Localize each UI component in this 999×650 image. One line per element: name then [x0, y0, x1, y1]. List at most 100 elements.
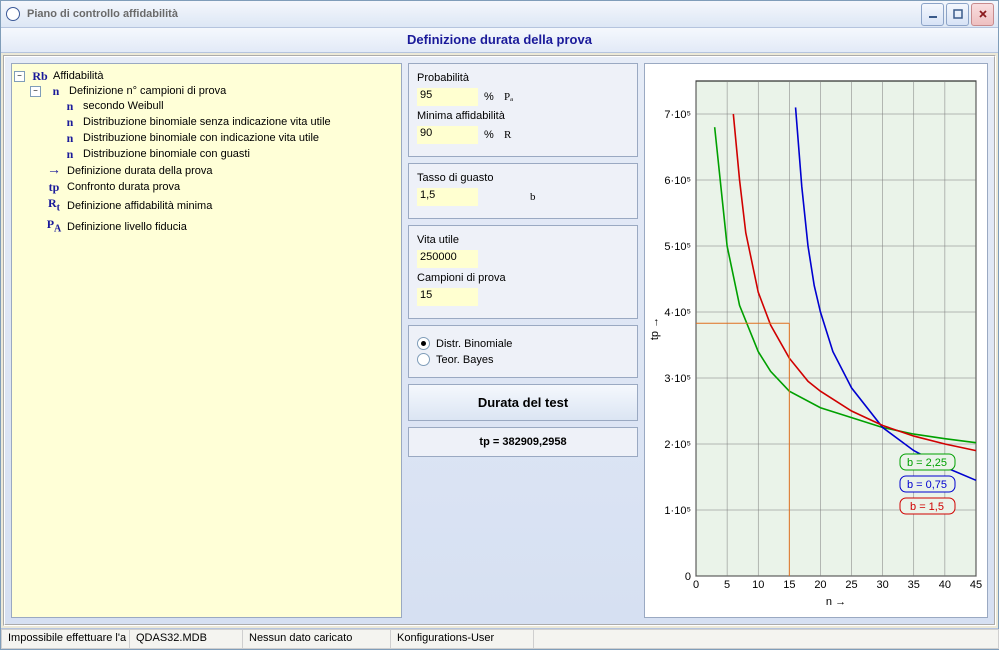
svg-text:15: 15 [783, 579, 795, 591]
svg-text:45: 45 [970, 579, 982, 591]
failure-group: Tasso di guasto 1,5 b [408, 163, 638, 219]
rb-icon: Rb [31, 69, 49, 83]
n-icon: n [61, 147, 79, 161]
life-input[interactable]: 250000 [417, 250, 478, 268]
n-icon: n [61, 115, 79, 129]
close-button[interactable] [971, 3, 994, 26]
tree-item[interactable]: n secondo Weibull [46, 99, 399, 113]
radio-icon [417, 337, 430, 350]
tree-item[interactable]: tp Confronto durata prova [30, 180, 399, 194]
tree-label: Definizione durata della prova [67, 164, 213, 178]
tree-item[interactable]: n Distribuzione binomiale con indicazione… [46, 131, 399, 145]
samples-label: Campioni di prova [417, 272, 629, 284]
svg-text:tp →: tp → [649, 316, 661, 339]
content-area: − Rb Affidabilità − n Definizione n° cam… [3, 55, 996, 626]
radio-label: Teor. Bayes [436, 354, 493, 366]
n-icon: n [47, 84, 65, 98]
form-panel: Probabilità 95 % Pₐ Minima affidabilità … [408, 63, 638, 618]
svg-text:b = 1,5: b = 1,5 [910, 501, 944, 513]
tree-label: Definizione n° campioni di prova [69, 84, 226, 98]
svg-text:b = 2,25: b = 2,25 [907, 457, 947, 469]
main-window: Piano di controllo affidabilità Definizi… [0, 0, 999, 650]
r-symbol: R [504, 129, 511, 141]
tree-item[interactable]: n Distribuzione binomiale senza indicazio… [46, 115, 399, 129]
maximize-button[interactable] [946, 3, 969, 26]
n-icon: n [61, 99, 79, 113]
status-cell [533, 629, 999, 649]
app-icon [5, 6, 21, 22]
chart: 05101520253035404501·10⁵2·10⁵3·10⁵4·10⁵5… [646, 71, 986, 611]
percent-unit: % [484, 129, 498, 141]
tree-label: Distribuzione binomiale senza indicazion… [83, 115, 331, 129]
tree-label: Distribuzione binomiale con indicazione … [83, 131, 319, 145]
tp-icon: tp [45, 180, 63, 194]
pa-symbol: Pₐ [504, 91, 513, 103]
radio-binomial[interactable]: Distr. Binomiale [417, 337, 629, 350]
svg-text:0: 0 [693, 579, 699, 591]
tree-label: Distribuzione binomiale con guasti [83, 147, 250, 161]
probability-label: Probabilità [417, 72, 629, 84]
collapse-icon[interactable]: − [30, 86, 41, 97]
probability-input[interactable]: 95 [417, 88, 478, 106]
life-group: Vita utile 250000 Campioni di prova 15 [408, 225, 638, 319]
page-title: Definizione durata della prova [1, 28, 998, 53]
svg-text:3·10⁵: 3·10⁵ [664, 373, 691, 385]
tree-label: Definizione affidabilità minima [67, 199, 212, 213]
tree-label: Confronto durata prova [67, 180, 180, 194]
calculate-button[interactable]: Durata del test [408, 384, 638, 421]
status-cell: QDAS32.MDB [129, 629, 243, 649]
svg-text:7·10⁵: 7·10⁵ [664, 109, 691, 121]
tree-root[interactable]: − Rb Affidabilità [14, 69, 399, 83]
samples-input[interactable]: 15 [417, 288, 478, 306]
tree-label: Affidabilità [53, 69, 104, 83]
svg-text:0: 0 [685, 571, 691, 583]
arrow-right-icon: → [45, 164, 63, 178]
rt-icon: Rt [45, 196, 63, 215]
collapse-icon[interactable]: − [14, 71, 25, 82]
status-cell: Konfigurations-User [390, 629, 534, 649]
status-bar: Impossibile effettuare l'a QDAS32.MDB Ne… [1, 628, 998, 649]
svg-text:25: 25 [845, 579, 857, 591]
minimize-button[interactable] [921, 3, 944, 26]
chart-panel: 05101520253035404501·10⁵2·10⁵3·10⁵4·10⁵5… [644, 63, 988, 618]
failure-label: Tasso di guasto [417, 172, 629, 184]
tree-label: Definizione livello fiducia [67, 220, 187, 234]
distribution-group: Distr. Binomiale Teor. Bayes [408, 325, 638, 378]
minrel-label: Minima affidabilità [417, 110, 629, 122]
tree-item[interactable]: Rt Definizione affidabilità minima [30, 196, 399, 215]
window-buttons [921, 3, 994, 26]
svg-text:5: 5 [724, 579, 730, 591]
svg-text:b = 0,75: b = 0,75 [907, 479, 947, 491]
svg-text:20: 20 [814, 579, 826, 591]
svg-text:n →: n → [826, 596, 846, 608]
window-title: Piano di controllo affidabilità [27, 8, 921, 20]
tree-item[interactable]: n Distribuzione binomiale con guasti [46, 147, 399, 161]
svg-text:1·10⁵: 1·10⁵ [664, 505, 691, 517]
probability-group: Probabilità 95 % Pₐ Minima affidabilità … [408, 63, 638, 157]
navigation-tree[interactable]: − Rb Affidabilità − n Definizione n° cam… [11, 63, 402, 618]
percent-unit: % [484, 91, 498, 103]
svg-text:4·10⁵: 4·10⁵ [664, 307, 691, 319]
svg-text:30: 30 [877, 579, 889, 591]
svg-text:2·10⁵: 2·10⁵ [664, 439, 691, 451]
status-cell: Impossibile effettuare l'a [1, 629, 130, 649]
tree-node-n-group[interactable]: − n Definizione n° campioni di prova [30, 84, 399, 98]
n-icon: n [61, 131, 79, 145]
result-display: tp = 382909,2958 [408, 427, 638, 457]
failure-input[interactable]: 1,5 [417, 188, 478, 206]
life-label: Vita utile [417, 234, 629, 246]
svg-text:40: 40 [939, 579, 951, 591]
tree-item-selected[interactable]: → Definizione durata della prova [30, 164, 399, 178]
tree-item[interactable]: PA Definizione livello fiducia [30, 217, 399, 236]
pa-icon: PA [45, 217, 63, 236]
svg-text:6·10⁵: 6·10⁵ [664, 175, 691, 187]
titlebar: Piano di controllo affidabilità [1, 1, 998, 28]
status-cell: Nessun dato caricato [242, 629, 391, 649]
svg-text:35: 35 [908, 579, 920, 591]
svg-text:5·10⁵: 5·10⁵ [664, 241, 691, 253]
minrel-input[interactable]: 90 [417, 126, 478, 144]
radio-icon [417, 353, 430, 366]
radio-bayes[interactable]: Teor. Bayes [417, 353, 629, 366]
tree-label: secondo Weibull [83, 99, 164, 113]
b-symbol: b [530, 191, 536, 203]
